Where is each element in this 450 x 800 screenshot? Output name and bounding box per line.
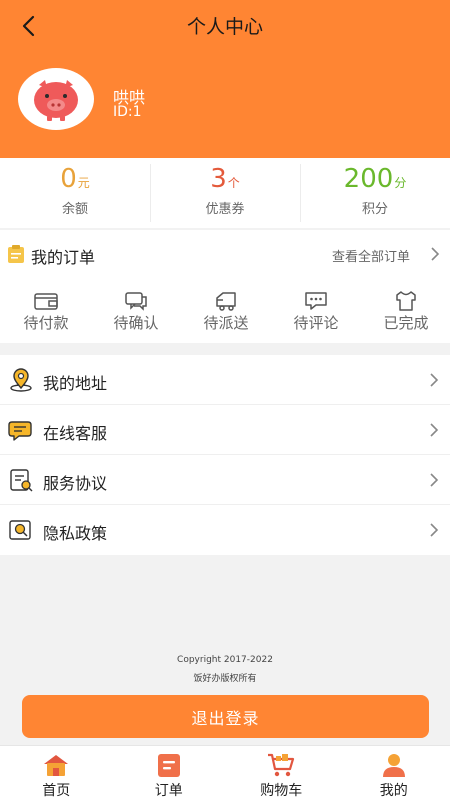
logout-button[interactable]: 退出登录 <box>22 695 429 738</box>
menu-item-label: 隐私政策 <box>43 524 108 543</box>
order-list-icon <box>157 754 180 777</box>
tab-label: 我的 <box>379 783 408 799</box>
page-title: 个人中心 <box>186 16 263 38</box>
order-status-label: 待付款 <box>23 314 69 332</box>
tab-profile[interactable]: 我的 <box>338 746 450 800</box>
menu-item-my-address[interactable]: 我的地址 <box>0 355 450 405</box>
copyright-owner: 饭好办版权所有 <box>193 674 257 684</box>
chevron-right-icon <box>430 423 439 437</box>
order-status-pending-payment[interactable]: 待付款 <box>6 290 86 333</box>
order-status-label: 待确认 <box>113 314 159 332</box>
coupon-stat[interactable]: 3个 优惠券 <box>150 158 300 228</box>
menu-item-label: 我的地址 <box>43 374 108 393</box>
profile-header: 个人中心 哄哄 ID:1 <box>0 0 450 158</box>
points-unit: 分 <box>394 176 407 190</box>
view-all-orders-link[interactable]: 查看全部订单 <box>332 246 410 265</box>
tab-label: 购物车 <box>260 783 303 799</box>
order-status-pending-confirm[interactable]: 待确认 <box>96 290 176 333</box>
account-stats: 0元 余额 3个 优惠券 200分 积分 <box>0 158 450 228</box>
balance-value: 0 <box>60 164 77 194</box>
balance-stat[interactable]: 0元 余额 <box>0 158 150 228</box>
coupon-label: 优惠券 <box>205 202 245 217</box>
balance-unit: 元 <box>77 176 90 190</box>
home-icon <box>44 755 69 776</box>
order-status-label: 待评论 <box>293 314 339 332</box>
order-status-pending-delivery[interactable]: 待派送 <box>186 290 266 333</box>
order-status-pending-review[interactable]: 待评论 <box>276 290 356 333</box>
shirt-icon <box>396 291 416 311</box>
order-status-label: 待派送 <box>203 314 249 332</box>
my-orders-title: 我的订单 <box>31 248 96 267</box>
tab-cart[interactable]: 购物车 <box>225 746 338 800</box>
user-id: ID:1 <box>113 104 142 120</box>
tab-home[interactable]: 首页 <box>0 746 113 800</box>
my-orders-header[interactable]: 我的订单 查看全部订单 <box>0 230 450 278</box>
chat-bubbles-icon <box>125 292 147 311</box>
tab-label: 订单 <box>154 783 183 799</box>
location-pin-icon <box>10 368 32 392</box>
chevron-right-icon <box>430 523 439 537</box>
profile-icon <box>382 754 405 777</box>
chevron-right-icon <box>431 247 440 261</box>
privacy-icon <box>9 520 31 540</box>
coupon-value: 3 <box>210 164 227 194</box>
menu-item-online-service[interactable]: 在线客服 <box>0 405 450 455</box>
tab-orders[interactable]: 订单 <box>113 746 226 800</box>
comment-icon <box>305 292 327 310</box>
points-value: 200 <box>343 164 394 194</box>
cart-icon <box>268 753 295 777</box>
menu-item-label: 在线客服 <box>43 424 108 443</box>
coupon-unit: 个 <box>227 176 240 190</box>
tab-label: 首页 <box>42 783 71 799</box>
settings-menu: 我的地址 在线客服 服务协议 隐私政策 <box>0 355 450 555</box>
chevron-right-icon <box>430 473 439 487</box>
menu-item-label: 服务协议 <box>43 474 108 493</box>
agreement-document-icon <box>10 469 33 492</box>
avatar[interactable] <box>18 68 94 130</box>
pig-avatar-icon <box>34 80 78 121</box>
customer-service-icon <box>8 421 32 441</box>
order-status-completed[interactable]: 已完成 <box>366 290 446 333</box>
menu-item-service-agreement[interactable]: 服务协议 <box>0 455 450 505</box>
bottom-tab-bar: 首页 订单 购物车 我的 <box>0 745 450 800</box>
chevron-right-icon <box>430 373 439 387</box>
delivery-truck-icon <box>216 292 236 311</box>
balance-label: 余额 <box>61 202 88 217</box>
copyright-line: Copyright 2017-2022 <box>177 655 273 665</box>
order-status-label: 已完成 <box>383 314 429 332</box>
copyright-notice: Copyright 2017-2022 饭好办版权所有 <box>0 651 450 689</box>
wallet-icon <box>34 293 58 310</box>
my-orders-section: 我的订单 查看全部订单 待付款 待确认 待派送 待评论 已完成 <box>0 230 450 343</box>
points-label: 积分 <box>361 202 388 217</box>
points-stat[interactable]: 200分 积分 <box>300 158 450 228</box>
clipboard-icon <box>8 245 24 263</box>
menu-item-privacy-policy[interactable]: 隐私政策 <box>0 505 450 555</box>
